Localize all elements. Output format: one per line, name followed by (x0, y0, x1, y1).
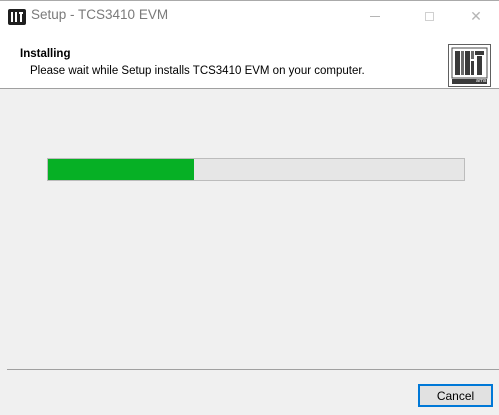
install-progress-bar (47, 158, 465, 181)
progress-fill (48, 159, 194, 180)
minimize-icon (370, 16, 380, 17)
logo-caption: ams (476, 78, 487, 84)
minimize-button[interactable] (352, 1, 398, 32)
close-icon: ✕ (470, 8, 482, 24)
footer-divider (7, 369, 499, 370)
close-button[interactable]: ✕ (453, 1, 499, 32)
title-bar[interactable]: Setup - TCS3410 EVM ✕ (0, 1, 499, 32)
wizard-logo: ams (448, 44, 491, 87)
maximize-icon (424, 12, 434, 21)
setup-window: Setup - TCS3410 EVM ✕ Installing Please … (0, 0, 499, 415)
page-subtitle: Please wait while Setup installs TCS3410… (30, 65, 365, 77)
maximize-button[interactable] (406, 1, 452, 32)
app-icon (8, 9, 26, 25)
wizard-header: Installing Please wait while Setup insta… (0, 32, 499, 89)
window-title: Setup - TCS3410 EVM (31, 7, 169, 22)
cancel-button[interactable]: Cancel (418, 384, 493, 407)
page-title: Installing (20, 48, 71, 60)
